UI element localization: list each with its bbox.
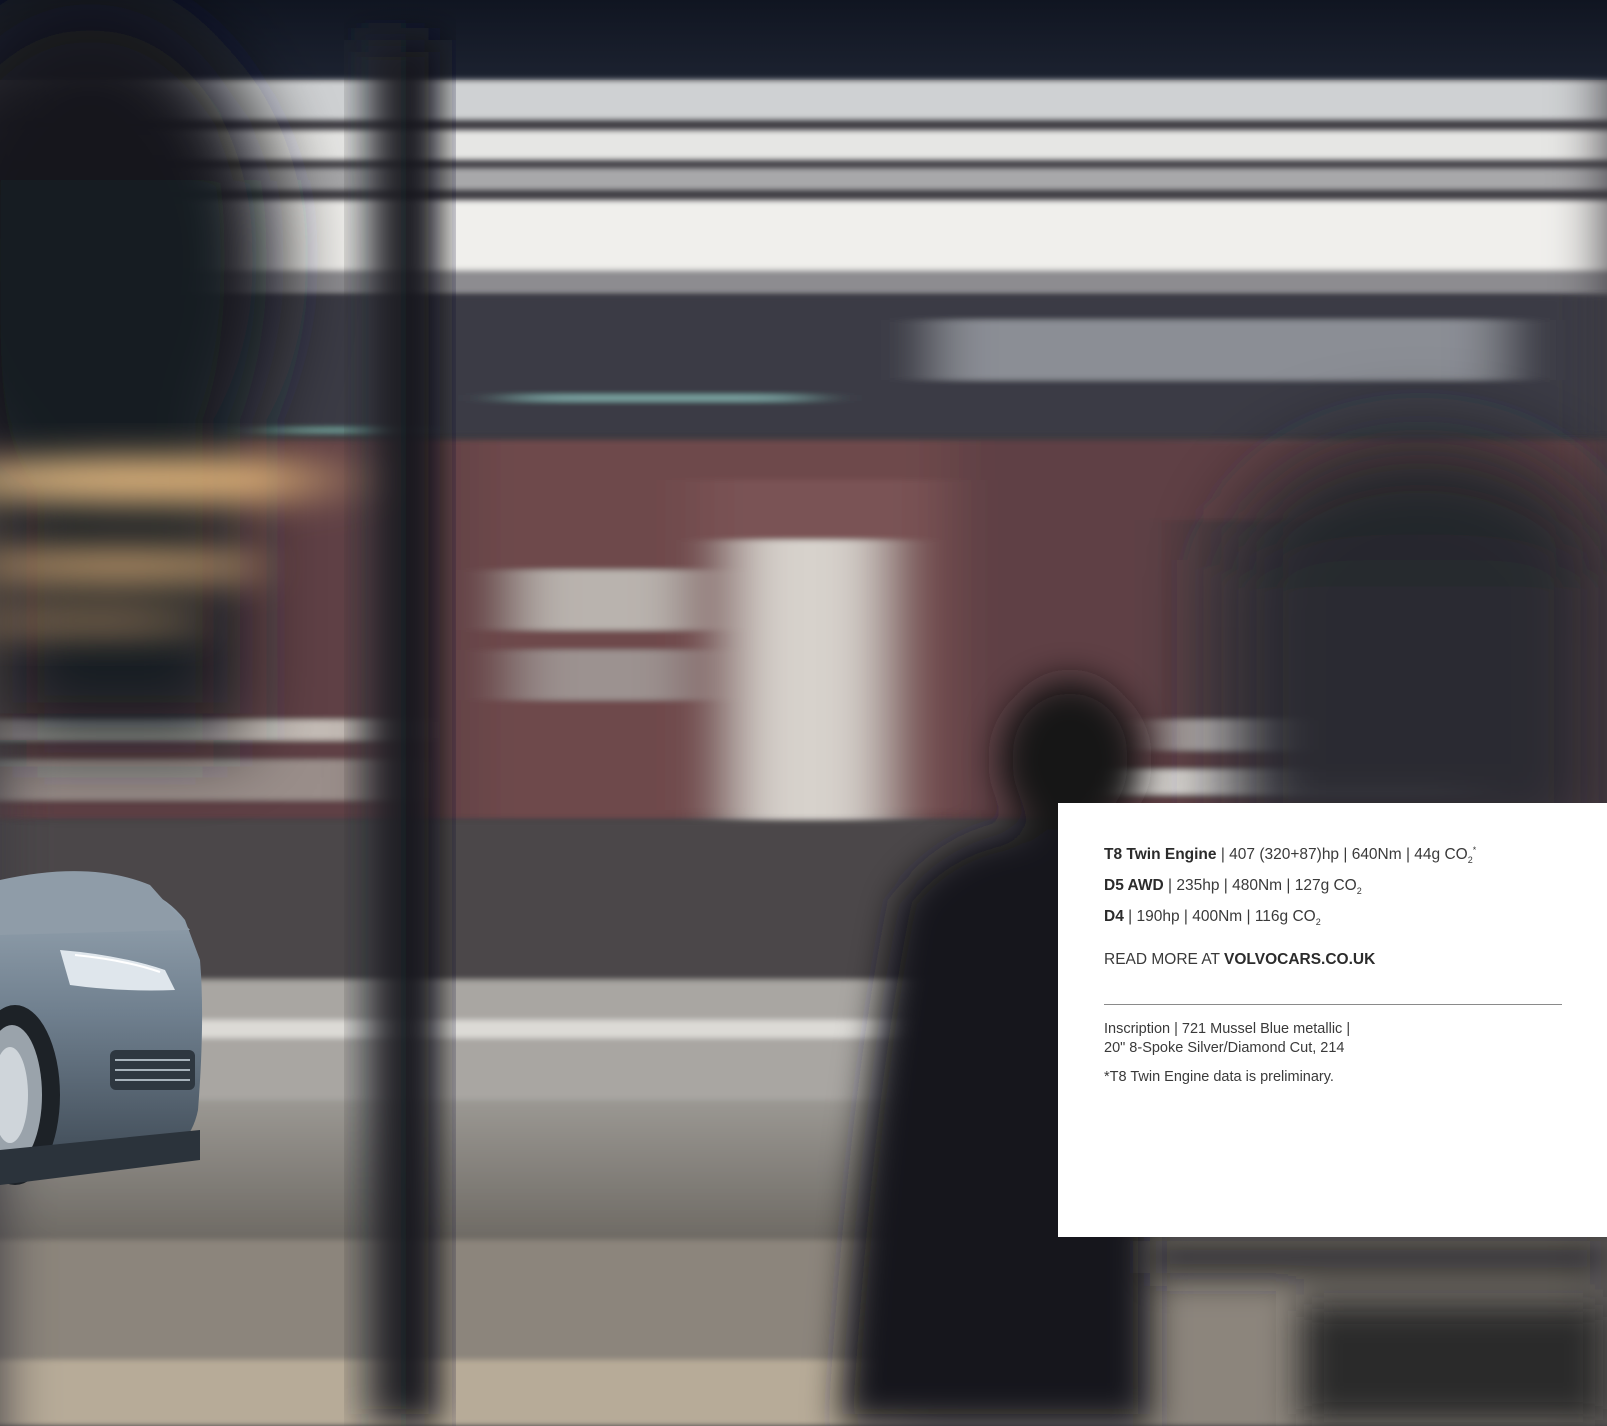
read-more-line: READ MORE AT VOLVOCARS.CO.UK bbox=[1104, 951, 1562, 969]
spec-subscript: 2 bbox=[1467, 855, 1473, 866]
spec-model-name: D4 bbox=[1104, 908, 1124, 925]
read-more-prefix: READ MORE AT bbox=[1104, 951, 1225, 968]
spec-model-name: D5 AWD bbox=[1104, 877, 1164, 894]
car-illustration bbox=[0, 871, 203, 1185]
spec-details: | 190hp | 400Nm | 116g CO bbox=[1123, 908, 1316, 925]
caption-line-1: Inscription | 721 Mussel Blue metallic | bbox=[1104, 1021, 1351, 1037]
spec-details: | 235hp | 480Nm | 127g CO bbox=[1163, 877, 1357, 894]
spec-panel: T8 Twin Engine | 407 (320+87)hp | 640Nm … bbox=[1058, 803, 1607, 1237]
spec-subscript: 2 bbox=[1315, 917, 1321, 928]
caption-line-2: 20" 8-Spoke Silver/Diamond Cut, 214 bbox=[1104, 1040, 1345, 1056]
spec-footnote-marker: * bbox=[1472, 844, 1477, 855]
spec-d5-awd: D5 AWD | 235hp | 480Nm | 127g CO2 bbox=[1104, 876, 1562, 896]
website-link[interactable]: VOLVOCARS.CO.UK bbox=[1224, 951, 1375, 968]
spec-subscript: 2 bbox=[1356, 886, 1362, 897]
spec-t8-twin-engine: T8 Twin Engine | 407 (320+87)hp | 640Nm … bbox=[1104, 845, 1562, 865]
spec-model-name: T8 Twin Engine bbox=[1104, 846, 1217, 863]
divider bbox=[1104, 1004, 1562, 1005]
spec-d4: D4 | 190hp | 400Nm | 116g CO2 bbox=[1104, 907, 1562, 927]
footnote: *T8 Twin Engine data is preliminary. bbox=[1104, 1069, 1334, 1085]
spec-details: | 407 (320+87)hp | 640Nm | 44g CO bbox=[1216, 846, 1468, 863]
